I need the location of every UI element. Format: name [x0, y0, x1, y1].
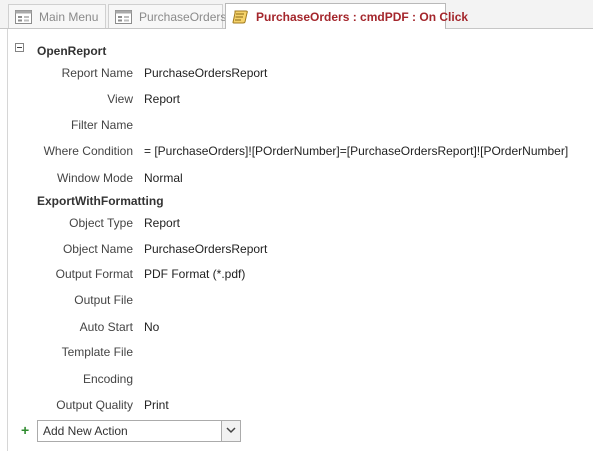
argument-label: Template File — [61, 345, 133, 359]
add-new-action-value: Add New Action — [43, 424, 128, 438]
argument-row: Template File — [0, 345, 593, 361]
argument-value[interactable]: PurchaseOrdersReport — [144, 242, 267, 256]
argument-row: Object Type Report — [0, 216, 593, 232]
argument-label: Auto Start — [79, 320, 133, 334]
document-tab-bar: Main Menu PurchaseOrders PurchaseOrders … — [0, 0, 593, 29]
argument-value[interactable]: = [PurchaseOrders]![POrderNumber]=[Purch… — [144, 144, 568, 158]
argument-row: Auto Start No — [0, 320, 593, 336]
plus-icon: + — [21, 422, 30, 438]
argument-label: Object Type — [69, 216, 133, 230]
argument-label: Output Quality — [56, 398, 133, 412]
argument-row: Output File — [0, 293, 593, 309]
argument-row: Encoding — [0, 372, 593, 388]
tab-label: PurchaseOrders : cmdPDF : On Click — [256, 9, 469, 24]
action-name-export-with-formatting[interactable]: ExportWithFormatting — [37, 194, 164, 208]
argument-label: View — [107, 92, 133, 106]
argument-value[interactable]: No — [144, 320, 159, 334]
argument-label: Window Mode — [56, 171, 133, 185]
argument-label: Output Format — [55, 267, 133, 281]
add-new-action-combobox[interactable]: Add New Action — [37, 420, 241, 442]
form-icon — [115, 9, 132, 24]
tab-purchase-orders[interactable]: PurchaseOrders — [108, 4, 227, 28]
argument-row: Report Name PurchaseOrdersReport — [0, 66, 593, 82]
macro-icon — [232, 10, 248, 23]
dropdown-button[interactable] — [221, 421, 240, 441]
argument-value[interactable]: Normal — [144, 171, 183, 185]
argument-label: Filter Name — [70, 118, 133, 132]
argument-value[interactable]: PurchaseOrdersReport — [144, 66, 267, 80]
argument-row: Output Quality Print — [0, 398, 593, 414]
tab-main-menu[interactable]: Main Menu — [8, 4, 106, 28]
argument-row: Window Mode Normal — [0, 171, 593, 187]
argument-label: Encoding — [82, 372, 133, 386]
chevron-down-icon — [226, 427, 236, 434]
argument-label: Output File — [74, 293, 133, 307]
tab-label: PurchaseOrders — [139, 9, 227, 24]
argument-row: Filter Name — [0, 118, 593, 134]
argument-value[interactable]: Report — [144, 216, 180, 230]
argument-label: Report Name — [61, 66, 133, 80]
argument-row: Where Condition = [PurchaseOrders]![POrd… — [0, 144, 593, 160]
form-icon — [15, 9, 32, 24]
argument-value[interactable]: Print — [144, 398, 169, 412]
argument-row: Object Name PurchaseOrdersReport — [0, 242, 593, 258]
action-name-open-report[interactable]: OpenReport — [37, 44, 106, 58]
argument-label: Where Condition — [43, 144, 133, 158]
tab-label: Main Menu — [39, 9, 99, 24]
argument-row: View Report — [0, 92, 593, 108]
argument-value[interactable]: PDF Format (*.pdf) — [144, 267, 245, 281]
tab-macro-cmdpdf-on-click[interactable]: PurchaseOrders : cmdPDF : On Click — [225, 3, 468, 29]
collapse-toggle-icon[interactable] — [15, 43, 24, 52]
argument-label: Object Name — [62, 242, 133, 256]
argument-row: Output Format PDF Format (*.pdf) — [0, 267, 593, 283]
argument-value[interactable]: Report — [144, 92, 180, 106]
